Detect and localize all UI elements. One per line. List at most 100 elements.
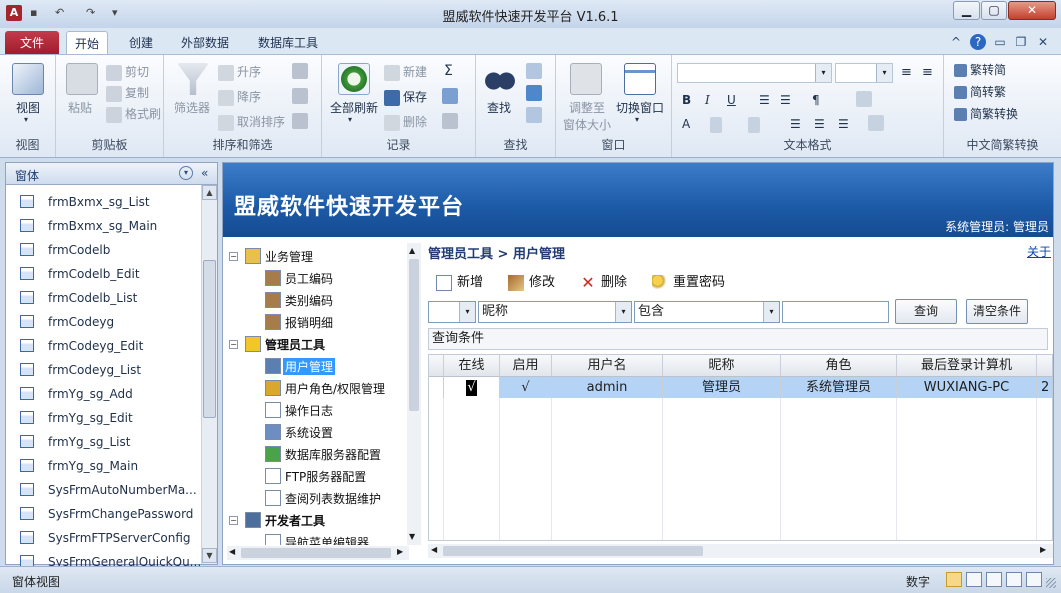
form-view-icon[interactable] [946,572,962,587]
spelling-icon[interactable] [442,88,461,104]
totals-icon[interactable]: Σ [444,63,453,79]
indent-increase-icon[interactable]: ☰ [780,93,791,107]
tree-horizontal-scrollbar[interactable]: ◀ ▶ [227,546,409,560]
grid-hscroll-thumb[interactable] [443,546,703,556]
combo-dropdown-icon[interactable]: ▾ [763,302,779,322]
nav-item[interactable]: frmCodeyg [6,310,201,334]
highlight-icon[interactable] [710,117,725,133]
nav-item[interactable]: SysFrmChangePassword [6,502,201,526]
tree-scroll-down-icon[interactable]: ▼ [409,532,415,541]
resize-grip[interactable] [1046,578,1056,588]
nav-item[interactable]: frmCodelb [6,238,201,262]
scroll-down-icon[interactable]: ▼ [202,548,217,563]
fill-color-icon[interactable] [748,117,763,133]
sort-asc-button[interactable]: 升序 [218,63,261,81]
about-link[interactable]: 关于 [1027,243,1051,260]
operator-combo[interactable]: 包含 ▾ [634,301,780,323]
view-button[interactable]: 视图 [16,99,40,116]
align-left-icon[interactable]: ☰ [790,117,801,131]
font-size-combo[interactable]: ▾ [835,63,893,83]
nav-item[interactable]: frmYg_sg_Main [6,454,201,478]
delete-button[interactable]: ✕ 删除 [580,271,627,293]
replace-icon[interactable] [526,63,545,79]
nav-pane-header[interactable]: 窗体 ▾ « [6,163,217,185]
view-dropdown-icon[interactable]: ▾ [24,115,28,124]
refresh-dropdown-icon[interactable]: ▾ [348,115,352,124]
table-cell[interactable]: admin [552,377,663,398]
delete-record-button[interactable]: 删除 [384,113,427,131]
tree-scroll-thumb[interactable] [409,259,419,411]
advanced-filter-icon[interactable] [292,88,311,104]
align-center-icon[interactable]: ☰ [814,117,825,131]
tree-hscroll-thumb[interactable] [241,548,391,558]
col-header-last-computer[interactable]: 最后登录计算机 [897,355,1037,377]
mdi-minimize-icon[interactable]: ▭ [992,34,1008,50]
table-cell[interactable]: 管理员 [663,377,781,398]
combo-dropdown-icon[interactable]: ▾ [615,302,631,322]
collapse-ribbon-icon[interactable]: ^ [948,34,964,50]
format-painter-button[interactable]: 格式刷 [106,105,161,123]
table-cell[interactable]: √ [444,377,500,398]
switch-window-button[interactable]: 切换窗口 [616,99,664,116]
col-header-enabled[interactable]: 启用 [500,355,552,377]
col-header-username[interactable]: 用户名 [552,355,663,377]
table-cell[interactable]: 系统管理员 [781,377,897,398]
copy-button[interactable]: 复制 [106,84,149,102]
nav-scrollbar[interactable]: ▲ ▼ [201,185,217,564]
grid-scroll-right-icon[interactable]: ▶ [1040,545,1046,554]
simp-to-trad-button[interactable]: 简转繁 [954,83,1006,100]
maximize-button[interactable]: ▢ [981,1,1007,20]
cut-button[interactable]: 剪切 [106,63,149,81]
nav-item[interactable]: frmCodeyg_List [6,358,201,382]
italic-icon[interactable]: I [705,93,710,107]
nav-item[interactable]: frmCodelb_List [6,286,201,310]
text-direction-icon[interactable]: ¶ [812,93,820,107]
search-value-input[interactable] [782,301,889,323]
tree-collapse-icon[interactable]: − [229,340,238,349]
more-records-icon[interactable] [442,113,461,129]
convert-button[interactable]: 简繁转换 [954,105,1018,122]
clear-sort-button[interactable]: 取消排序 [218,113,285,131]
tree-collapse-icon[interactable]: − [229,516,238,525]
toggle-filter-icon[interactable] [292,113,311,129]
close-button[interactable]: ✕ [1008,1,1056,20]
help-icon[interactable]: ? [970,34,986,50]
selection-filter-icon[interactable] [292,63,311,79]
nav-item[interactable]: frmBxmx_sg_List [6,190,201,214]
view-icon[interactable] [12,63,44,95]
nav-item[interactable]: frmCodeyg_Edit [6,334,201,358]
new-record-button[interactable]: 新建 [384,63,427,81]
tab-external-data[interactable]: 外部数据 [173,31,237,55]
col-header-nickname[interactable]: 昵称 [663,355,781,377]
tab-create[interactable]: 创建 [121,31,161,55]
field-combo[interactable]: 昵称 ▾ [478,301,632,323]
nav-item[interactable]: frmBxmx_sg_Main [6,214,201,238]
layout-view-icon[interactable] [986,572,1002,587]
col-header-role[interactable]: 角色 [781,355,897,377]
row-selector[interactable] [429,377,444,398]
table-cell[interactable]: √ [500,377,552,398]
nav-item[interactable]: SysFrmFTPServerConfig [6,526,201,550]
edit-button[interactable]: 修改 [508,271,555,293]
table-cell[interactable]: WUXIANG-PC [897,377,1037,398]
tab-home[interactable]: 开始 [66,31,109,55]
nav-menu-dropdown-icon[interactable]: ▾ [179,166,193,180]
col-header-online[interactable]: 在线 [444,355,500,377]
table-cell[interactable]: 2 [1037,377,1052,398]
indent-decrease-icon[interactable]: ☰ [759,93,770,107]
field-prefix-combo[interactable]: ▾ [428,301,476,323]
query-button[interactable]: 查询 [895,299,957,324]
switch-window-dropdown-icon[interactable]: ▾ [635,115,639,124]
bold-icon[interactable]: B [682,93,691,107]
grid-horizontal-scrollbar[interactable]: ◀ ▶ [428,544,1053,558]
scroll-up-icon[interactable]: ▲ [202,185,217,200]
fit-window-button-line1[interactable]: 调整至 [569,99,605,116]
gridlines-icon[interactable] [856,91,875,107]
nav-item[interactable]: frmYg_sg_List [6,430,201,454]
file-tab[interactable]: 文件 [5,31,59,55]
fit-window-button-line2[interactable]: 窗体大小 [563,116,611,133]
mdi-restore-icon[interactable]: ❐ [1013,34,1029,50]
tree-scroll-left-icon[interactable]: ◀ [229,547,235,556]
design-view-icon[interactable] [1006,572,1022,587]
nav-item[interactable]: frmCodelb_Edit [6,262,201,286]
